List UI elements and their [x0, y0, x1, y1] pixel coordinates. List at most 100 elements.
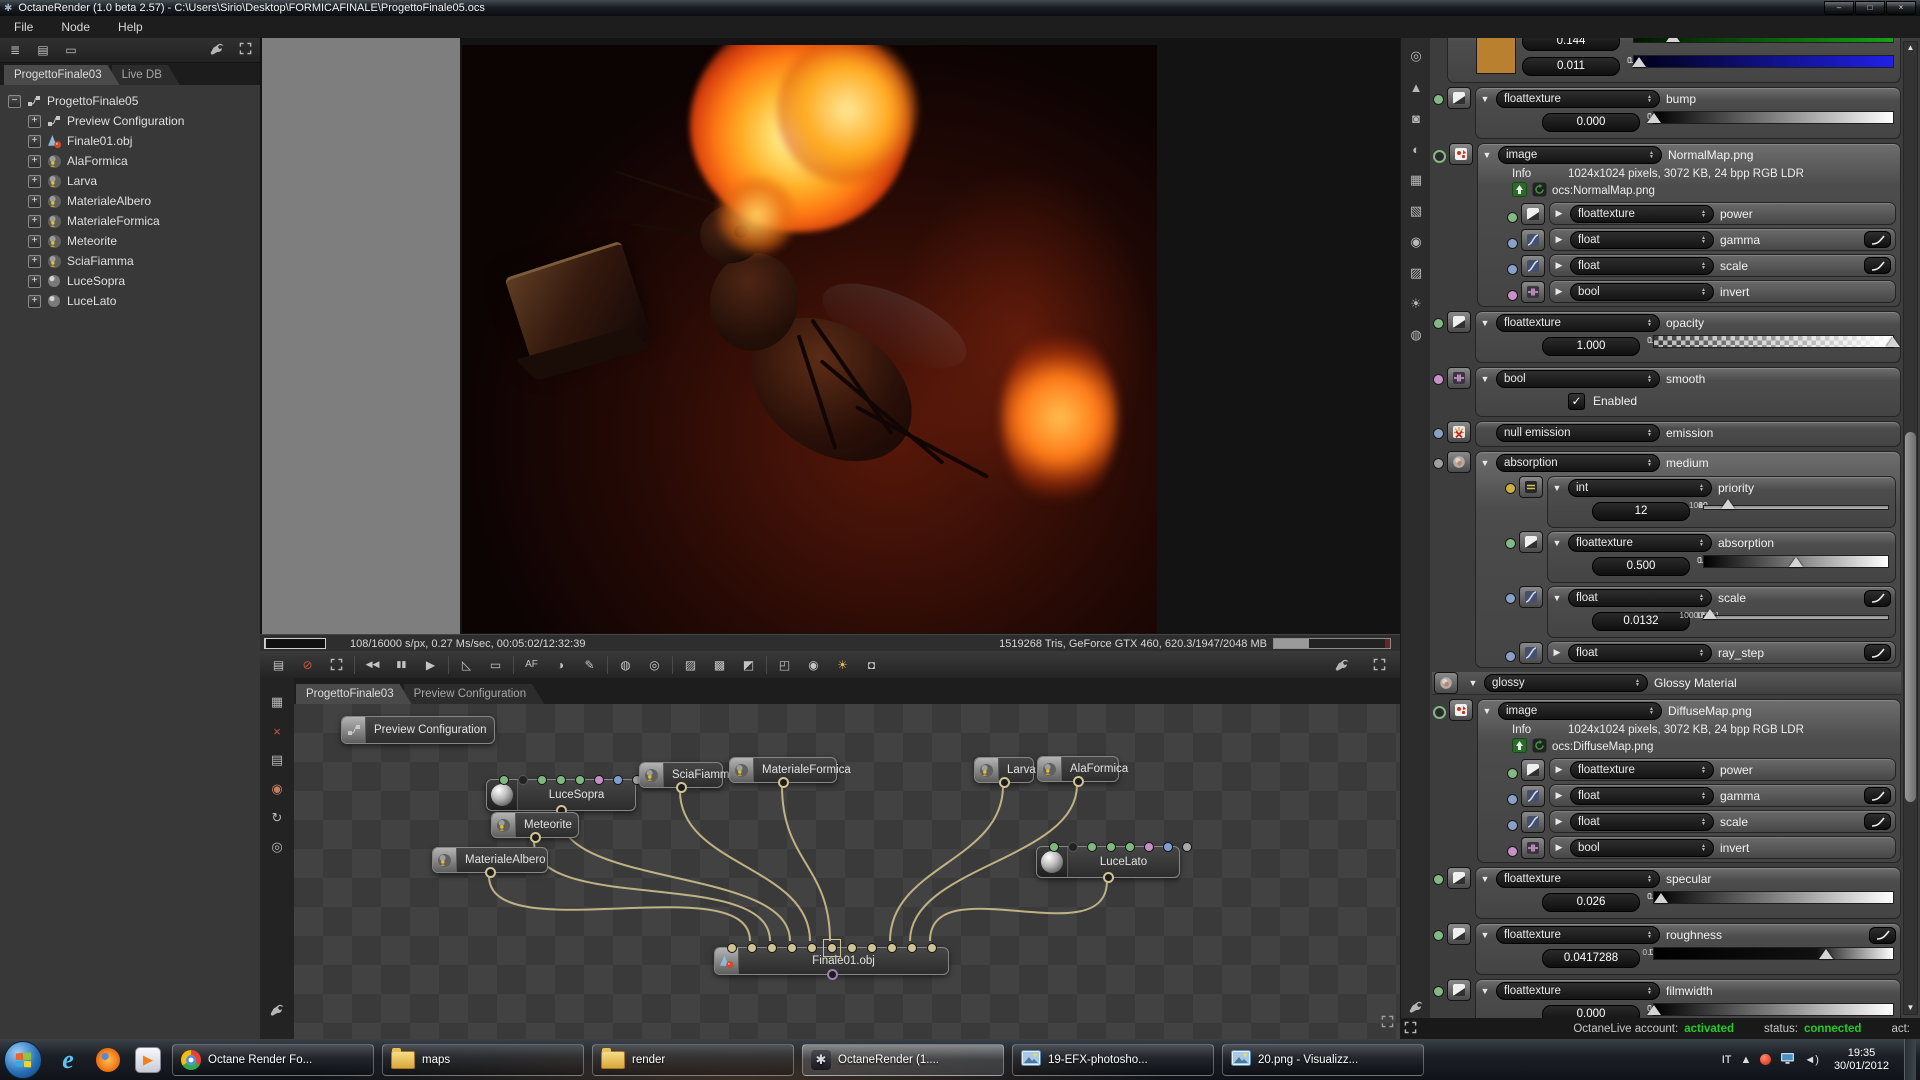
render-image[interactable] — [462, 45, 1157, 633]
slider-handle[interactable] — [1632, 57, 1646, 67]
expand-icon[interactable]: + — [28, 135, 41, 148]
taskbar-button-maps[interactable]: maps — [382, 1044, 584, 1076]
graph-node-meteorite[interactable]: Meteorite — [491, 812, 579, 838]
white-balance-picker-icon[interactable]: ◑ — [546, 653, 575, 676]
curve-node-icon[interactable] — [1521, 255, 1545, 277]
medium-node-icon[interactable] — [1447, 451, 1471, 473]
outliner-expand-icon[interactable] — [236, 42, 254, 58]
geometry-category-icon[interactable]: ▲ — [1405, 77, 1427, 97]
response-curve-button[interactable] — [1864, 231, 1891, 248]
graph-node-sciafiamma[interactable]: SciaFiamma — [639, 762, 723, 788]
pause-render-icon[interactable]: ▮▮ — [387, 653, 416, 676]
node-type-dropdown[interactable]: floattexture▲▼ — [1496, 982, 1660, 1000]
param-box-gamma[interactable]: ▶float▲▼gamma — [1549, 784, 1896, 807]
slider-track[interactable] — [1633, 55, 1894, 68]
slider-track[interactable] — [1633, 38, 1894, 43]
daylight-icon[interactable]: ☀ — [828, 653, 857, 676]
expand-icon[interactable]: + — [28, 115, 41, 128]
node-output-pin[interactable] — [999, 777, 1010, 788]
graph-node-preview-configuration[interactable]: Preview Configuration — [341, 716, 495, 744]
node-input-pin[interactable] — [1087, 842, 1097, 852]
graph-tab-progettofinale03[interactable]: ProgettoFinale03 — [296, 684, 412, 704]
outline-mode-icon[interactable]: ≣ — [6, 43, 24, 57]
tree-item-meteorite[interactable]: +Meteorite — [0, 231, 260, 251]
slider-track[interactable] — [1653, 891, 1894, 904]
collapsed-arrow-icon[interactable]: ▶ — [1554, 816, 1564, 827]
slider-track[interactable] — [1703, 555, 1889, 568]
close-button[interactable]: × — [1886, 1, 1916, 15]
node-input-pin[interactable] — [867, 943, 877, 953]
stop-render-icon[interactable]: ⊘ — [293, 653, 322, 676]
start-button[interactable] — [4, 1041, 42, 1079]
panel-expand-icon[interactable] — [1404, 1021, 1417, 1037]
node-input-pin[interactable] — [847, 943, 857, 953]
menu-help[interactable]: Help — [104, 16, 157, 38]
texture-category-icon[interactable]: ▨ — [1405, 263, 1427, 283]
node-type-dropdown[interactable]: bool▲▼ — [1496, 370, 1660, 388]
slider-track[interactable] — [1653, 335, 1894, 348]
expanded-arrow-icon[interactable]: ▼ — [1552, 538, 1562, 548]
node-graph-wrench-icon[interactable] — [266, 999, 288, 1019]
graph-node-alaformica[interactable]: AlaFormica — [1037, 756, 1119, 782]
color-value-field[interactable]: 0.011 — [1522, 57, 1620, 76]
node-input-pin[interactable] — [907, 943, 917, 953]
collapse-icon[interactable]: − — [8, 95, 21, 108]
node-output-pin[interactable] — [778, 777, 789, 788]
node-type-dropdown[interactable]: bool▲▼ — [1570, 283, 1714, 301]
tree-item-finale01-obj[interactable]: +Finale01.obj — [0, 131, 260, 151]
node-type-dropdown[interactable]: null emission▲▼ — [1496, 424, 1660, 442]
alpha-channel-icon[interactable]: ▨ — [676, 653, 705, 676]
quicklaunch-firefox-icon[interactable] — [93, 1045, 123, 1075]
reload-image-icon[interactable] — [1532, 738, 1547, 756]
node-input-pin[interactable] — [727, 943, 737, 953]
slider-track[interactable] — [1703, 615, 1889, 620]
response-curve-button[interactable] — [1864, 787, 1891, 804]
node-output-pin[interactable] — [676, 782, 687, 793]
tree-item-preview-configuration[interactable]: +Preview Configuration — [0, 111, 260, 131]
slider-track[interactable] — [1653, 947, 1894, 960]
medium-node-icon[interactable] — [1434, 672, 1458, 694]
render-viewport[interactable] — [260, 38, 1400, 634]
autofocus-icon[interactable]: AF — [517, 653, 546, 676]
graph-node-lucelato[interactable]: LuceLato — [1036, 846, 1180, 878]
node-type-dropdown[interactable]: floattexture▲▼ — [1570, 205, 1714, 223]
slider-handle[interactable] — [1886, 337, 1900, 347]
node-input-pin[interactable] — [1163, 842, 1173, 852]
curve-node-icon[interactable] — [1519, 642, 1543, 664]
expanded-arrow-icon[interactable]: ▼ — [1480, 986, 1490, 996]
sub-sampling-icon[interactable]: ◩ — [734, 653, 763, 676]
expand-icon[interactable]: + — [28, 155, 41, 168]
tab-live-db[interactable]: Live DB — [112, 65, 180, 85]
value-field-roughness[interactable]: 0.0417288 — [1542, 949, 1640, 968]
fit-viewport-icon[interactable] — [322, 653, 351, 676]
param-box-gamma[interactable]: ▶float▲▼gamma — [1549, 228, 1896, 251]
node-input-pin[interactable] — [1068, 842, 1078, 852]
slider-color[interactable]: 00.20.40.60.81 — [1633, 38, 1894, 52]
graph-node-materialeformica[interactable]: MaterialeFormica — [729, 757, 837, 783]
collapsed-arrow-icon[interactable]: ▶ — [1554, 260, 1564, 271]
expand-icon[interactable]: + — [28, 275, 41, 288]
node-type-dropdown[interactable]: absorption▲▼ — [1496, 454, 1660, 472]
collapsed-arrow-icon[interactable]: ▶ — [1554, 764, 1564, 775]
expanded-arrow-icon[interactable]: ▼ — [1480, 318, 1490, 328]
image-node-icon[interactable] — [1449, 699, 1473, 721]
node-input-pin[interactable] — [827, 943, 837, 953]
node-output-pin[interactable] — [827, 969, 838, 980]
language-indicator[interactable]: IT — [1722, 1054, 1732, 1066]
node-input-pin[interactable] — [787, 943, 797, 953]
node-type-dropdown[interactable]: float▲▼ — [1570, 257, 1714, 275]
expanded-arrow-icon[interactable]: ▼ — [1480, 94, 1490, 104]
scrollbar-thumb[interactable] — [1905, 432, 1916, 802]
response-curve-button[interactable] — [1864, 644, 1891, 661]
node-type-dropdown[interactable]: floattexture▲▼ — [1496, 314, 1660, 332]
node-input-pin[interactable] — [1125, 842, 1135, 852]
tree-item-lucesopra[interactable]: +LuceSopra — [0, 271, 260, 291]
show-desktop-button[interactable] — [1904, 1039, 1916, 1080]
clay-mode-icon[interactable]: ◍ — [611, 653, 640, 676]
slider-handle[interactable] — [1666, 38, 1680, 42]
reload-image-icon[interactable] — [1532, 182, 1547, 200]
expanded-arrow-icon[interactable]: ▼ — [1482, 150, 1492, 160]
color-value-field[interactable]: 0.144 — [1522, 38, 1620, 51]
collapse-windows-icon[interactable]: ▤ — [34, 43, 52, 57]
menu-node[interactable]: Node — [47, 16, 104, 38]
